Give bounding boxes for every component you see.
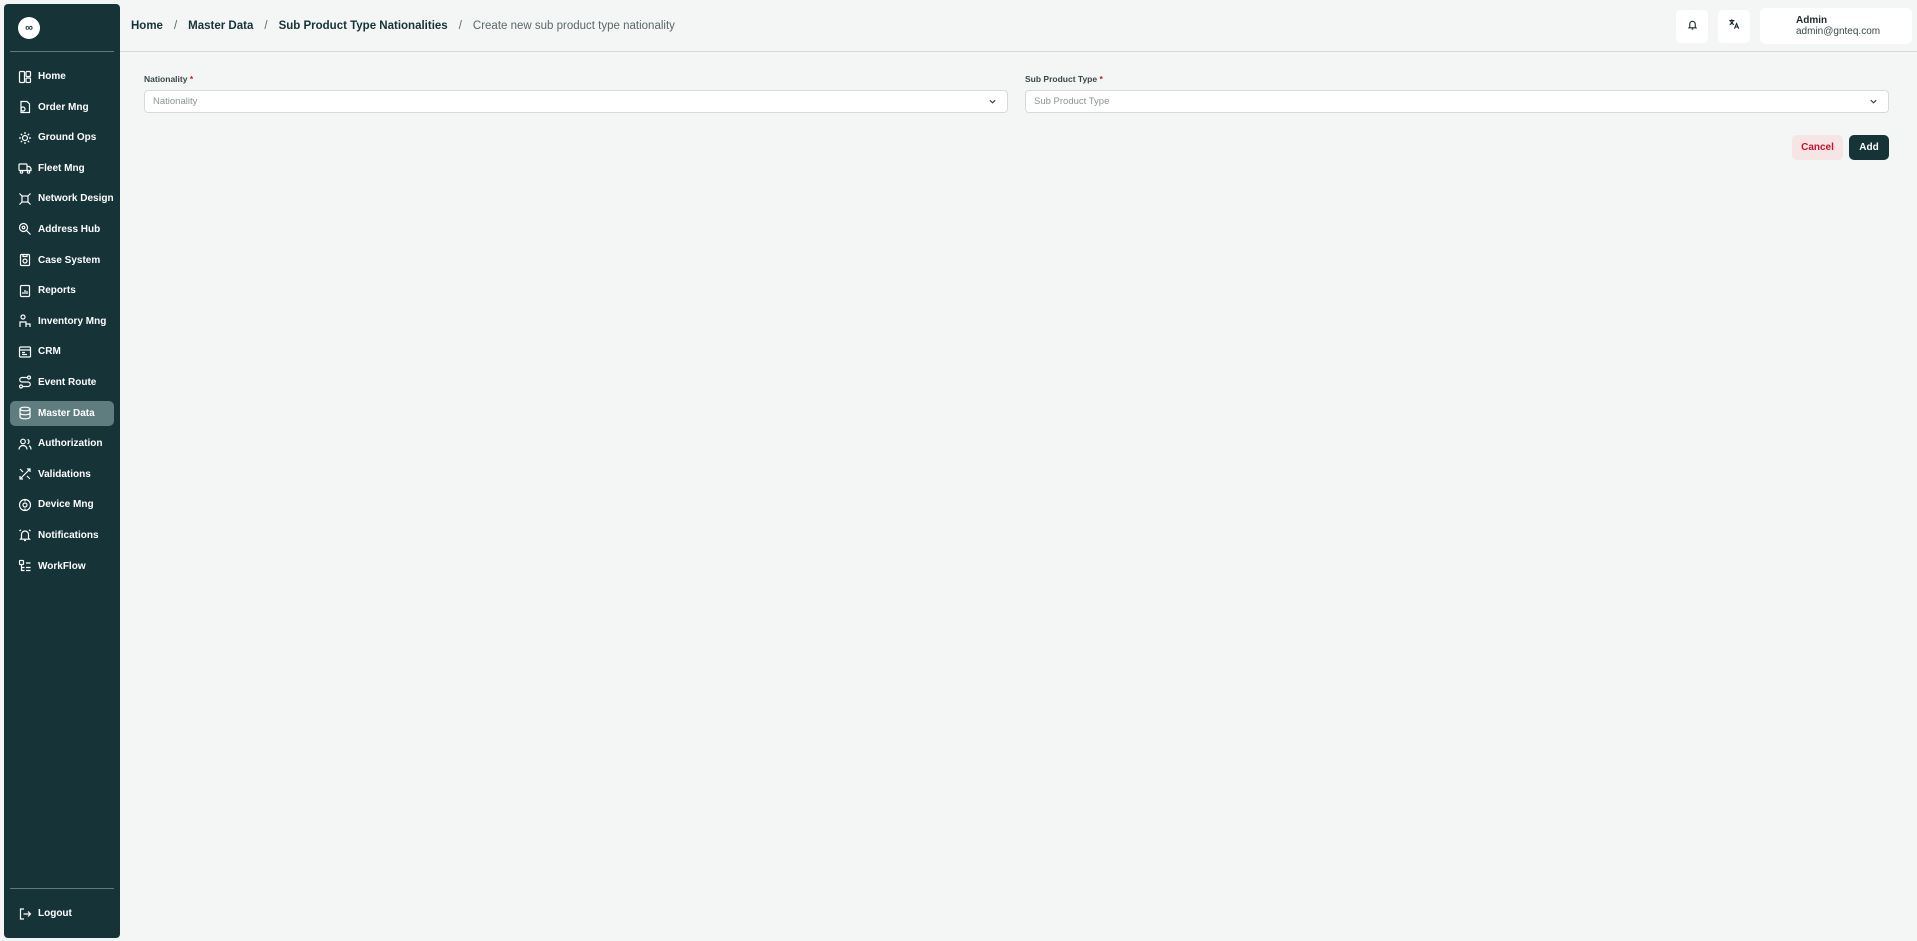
sidebar-item-label: Device Mng	[38, 499, 94, 511]
breadcrumb: Home / Master Data / Sub Product Type Na…	[131, 20, 675, 32]
header-actions: Admin admin@gnteq.com	[1676, 8, 1912, 44]
nationality-select[interactable]: Nationality	[144, 90, 1008, 113]
sub-product-type-placeholder: Sub Product Type	[1034, 96, 1110, 107]
cancel-button[interactable]: Cancel	[1792, 135, 1843, 160]
sidebar-item-master-data[interactable]: Master Data	[10, 400, 114, 426]
logout-icon	[18, 907, 32, 921]
sidebar-item-network-design[interactable]: Network Design	[10, 186, 114, 211]
sidebar-item-label: WorkFlow	[38, 560, 86, 572]
breadcrumb-separator: /	[458, 19, 462, 32]
language-button[interactable]	[1718, 9, 1750, 43]
sidebar-item-label: Notifications	[38, 529, 99, 541]
nationality-label: Nationality *	[144, 74, 1008, 84]
sidebar: ∞ Home Order Mng Ground Ops Fleet Mng Ne…	[4, 4, 120, 938]
sidebar-item-order-mng[interactable]: Order Mng	[10, 95, 114, 120]
device-icon	[18, 498, 32, 512]
breadcrumb-home[interactable]: Home	[131, 20, 163, 32]
report-icon	[18, 284, 32, 298]
user-email: admin@gnteq.com	[1796, 26, 1881, 37]
sidebar-item-label: Ground Ops	[38, 132, 97, 144]
sidebar-item-label: Event Route	[38, 376, 97, 388]
notifications-button[interactable]	[1676, 9, 1708, 43]
nationality-placeholder: Nationality	[153, 96, 198, 107]
address-icon	[18, 222, 32, 236]
breadcrumb-separator: /	[173, 19, 178, 32]
truck-icon	[18, 161, 32, 175]
nationality-label-text: Nationality	[144, 74, 188, 84]
sidebar-item-label: Network Design	[38, 193, 114, 205]
breadcrumb-separator: /	[264, 19, 268, 32]
logout-button[interactable]: Logout	[18, 907, 72, 921]
users-icon	[18, 437, 32, 451]
validation-icon	[18, 467, 32, 481]
logout-label: Logout	[38, 908, 72, 919]
sidebar-item-validations[interactable]: Validations	[10, 462, 114, 487]
sidebar-item-case-system[interactable]: Case System	[10, 248, 114, 273]
sidebar-item-label: Fleet Mng	[38, 162, 85, 174]
sidebar-item-ground-ops[interactable]: Ground Ops	[10, 125, 114, 150]
breadcrumb-current-page: Create new sub product type nationality	[472, 19, 675, 32]
sidebar-item-label: Reports	[38, 285, 76, 297]
add-button[interactable]: Add	[1849, 135, 1889, 160]
nationality-field-group: Nationality * Nationality	[144, 74, 1008, 113]
sidebar-item-event-route[interactable]: Event Route	[10, 370, 114, 395]
chevron-down-icon	[1869, 93, 1878, 111]
sidebar-item-device-mng[interactable]: Device Mng	[10, 492, 114, 517]
route-icon	[18, 375, 32, 390]
breadcrumb-master-data[interactable]: Master Data	[188, 20, 253, 32]
database-icon	[18, 406, 32, 420]
user-profile[interactable]: Admin admin@gnteq.com	[1760, 8, 1912, 44]
sidebar-item-label: Authorization	[38, 438, 103, 450]
case-icon	[18, 253, 32, 267]
crm-icon	[18, 345, 32, 359]
user-name: Admin	[1796, 15, 1828, 26]
sidebar-item-inventory-mng[interactable]: Inventory Mng	[10, 309, 114, 334]
sidebar-item-label: Order Mng	[38, 101, 89, 113]
top-header: Home / Master Data / Sub Product Type Na…	[120, 0, 1917, 52]
sidebar-item-label: Address Hub	[38, 223, 101, 235]
sidebar-item-crm[interactable]: CRM	[10, 339, 114, 364]
chevron-down-icon	[988, 93, 997, 111]
app-logo[interactable]: ∞	[18, 16, 40, 39]
sidebar-item-fleet-mng[interactable]: Fleet Mng	[10, 156, 114, 181]
sidebar-item-label: Case System	[38, 254, 101, 266]
network-icon	[18, 192, 32, 206]
sidebar-item-address-hub[interactable]: Address Hub	[10, 217, 114, 242]
form-actions: Cancel Add	[1792, 135, 1889, 160]
sidebar-item-label: Home	[38, 71, 66, 82]
sidebar-item-authorization[interactable]: Authorization	[10, 431, 114, 456]
bell-icon	[1687, 17, 1698, 35]
sidebar-footer: Logout	[10, 888, 114, 938]
sidebar-item-reports[interactable]: Reports	[10, 278, 114, 303]
order-icon	[18, 100, 32, 114]
required-marker: *	[1099, 74, 1103, 84]
sidebar-item-notifications[interactable]: Notifications	[10, 523, 114, 548]
inventory-icon	[18, 314, 32, 328]
required-marker: *	[189, 74, 194, 84]
sub-product-type-select[interactable]: Sub Product Type	[1025, 90, 1889, 113]
sidebar-item-workflow[interactable]: WorkFlow	[10, 554, 114, 579]
sidebar-item-label: Inventory Mng	[38, 315, 107, 327]
bell-icon	[18, 528, 32, 542]
sub-product-type-label-text: Sub Product Type	[1025, 74, 1098, 84]
ground-ops-icon	[18, 131, 32, 145]
translate-icon	[1728, 17, 1740, 35]
breadcrumb-sub-product-type-nationalities[interactable]: Sub Product Type Nationalities	[279, 20, 448, 32]
sidebar-item-label: Validations	[38, 468, 91, 480]
sub-product-type-label: Sub Product Type *	[1025, 74, 1889, 84]
sidebar-item-label: Master Data	[38, 407, 95, 419]
logo-area: ∞	[10, 4, 114, 52]
sidebar-nav: Home Order Mng Ground Ops Fleet Mng Netw…	[4, 64, 120, 584]
sidebar-item-home[interactable]: Home	[10, 64, 114, 89]
sidebar-item-label: CRM	[38, 346, 61, 358]
sub-product-type-field-group: Sub Product Type * Sub Product Type	[1025, 74, 1889, 113]
home-icon	[18, 70, 32, 84]
workflow-icon	[18, 559, 32, 573]
